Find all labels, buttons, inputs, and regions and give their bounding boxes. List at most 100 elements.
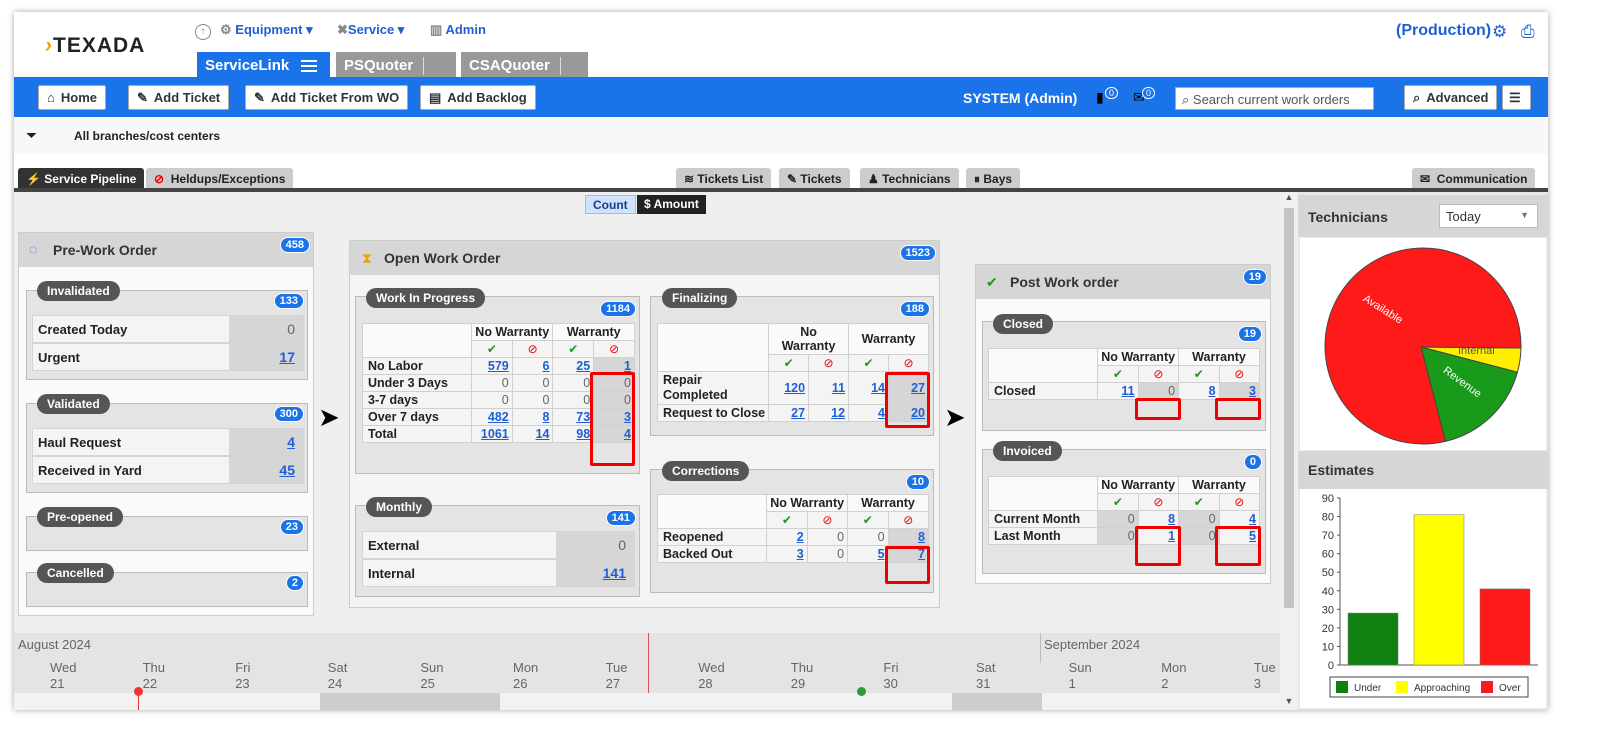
table-cell: Warranty [552, 323, 635, 341]
table-cell[interactable]: 2 [766, 528, 808, 546]
search-input[interactable]: ⌕ Search current work orders [1175, 87, 1374, 110]
table-cell[interactable]: 5 [847, 545, 889, 563]
value-link[interactable]: 4 [229, 429, 303, 455]
pre-work-order-panel: Pre-Work Order ◌ 458 133 Created Today 0 … [18, 232, 314, 616]
bar-approaching[interactable] [1413, 514, 1465, 666]
count-badge: 300 [273, 406, 304, 422]
tab-heldups[interactable]: ⊘ Heldups/Exceptions [146, 168, 294, 189]
row-label: 3-7 days [362, 391, 472, 409]
table-cell[interactable]: 3 [766, 545, 808, 563]
tab-communication[interactable]: ✉ Communication [1412, 168, 1536, 189]
scroll-down-icon[interactable]: ▼ [1283, 696, 1295, 710]
add-ticket-from-wo-button[interactable]: ✎ Add Ticket From WO [245, 85, 409, 110]
settings-gear-icon[interactable]: ⚙ [1492, 22, 1507, 42]
table-cell[interactable]: 27 [768, 404, 810, 422]
count-badge: 19 [1242, 269, 1267, 285]
table-cell[interactable]: 8 [511, 408, 554, 426]
timeline-event-dot[interactable] [134, 687, 143, 696]
estimates-header: Estimates [1298, 451, 1548, 489]
timeline-day: Mon 2 [1161, 660, 1187, 691]
tab-psquoter[interactable]: PSQuoter [336, 52, 456, 91]
timeline-day: Thu 29 [790, 660, 814, 691]
table-cell[interactable]: 11 [808, 371, 850, 405]
chevron-down-icon: ▼ [1520, 210, 1529, 220]
tab-csaquoter[interactable]: CSAQuoter [461, 52, 588, 91]
table-cell[interactable]: 8 [1137, 510, 1180, 528]
table-cell[interactable]: 579 [471, 357, 513, 375]
table-cell: 0 [552, 374, 595, 392]
nav-admin[interactable]: ▥ Admin [430, 22, 486, 38]
bar-under[interactable] [1347, 612, 1399, 666]
value-link[interactable]: 45 [229, 457, 303, 483]
table-cell[interactable]: 73 [552, 408, 595, 426]
table-row: Closed 11 0 8 3 [987, 382, 1261, 400]
table-cell[interactable]: 14 [848, 371, 889, 405]
texada-logo[interactable]: ›TEXADA [45, 34, 145, 58]
scrollbar-thumb[interactable] [1284, 208, 1294, 608]
add-backlog-button[interactable]: ▤ Add Backlog [420, 85, 536, 110]
advanced-search-button[interactable]: ⌕ Advanced [1404, 85, 1498, 110]
scroll-up-icon[interactable]: ▲ [1283, 192, 1295, 206]
nav-service[interactable]: ✖Service ▾ [337, 22, 404, 38]
table-cell[interactable]: 4 [1218, 510, 1261, 528]
y-tick-label: 70 [1322, 530, 1334, 542]
y-tick-label: 90 [1322, 493, 1334, 505]
tab-tickets-list[interactable]: ≋ Tickets List [676, 168, 772, 189]
tab-service-pipeline[interactable]: ⚡ Service Pipeline [18, 168, 145, 189]
tab-servicelink[interactable]: ServiceLink [197, 52, 330, 77]
table-cell[interactable]: 14 [511, 425, 554, 443]
tab-tickets[interactable]: ✎ Tickets [779, 168, 850, 189]
group-label: Validated [37, 394, 110, 414]
table-cell[interactable]: 1061 [471, 425, 513, 443]
timeline-day: Tue 27 [605, 660, 628, 691]
table-cell[interactable]: 11 [1097, 382, 1139, 400]
vertical-scrollbar[interactable]: ▲ ▼ [1280, 192, 1298, 710]
table-cell[interactable]: 8 [887, 528, 930, 546]
table-cell[interactable]: 6 [511, 357, 554, 375]
tab-technicians[interactable]: ♟ Technicians [860, 168, 959, 189]
menu-icon[interactable] [301, 60, 318, 73]
table-cell[interactable]: 120 [768, 371, 810, 405]
nav-equipment[interactable]: ⚙ Equipment ▾ [220, 22, 313, 38]
service-tools-icon: ✖ [337, 22, 348, 37]
current-user[interactable]: SYSTEM (Admin) [963, 90, 1077, 106]
filter-icon[interactable]: ⏷ [26, 127, 37, 144]
spinner-icon: ◌ [29, 241, 38, 257]
environment-label: (Production) [1396, 22, 1492, 39]
tab-bays[interactable]: ⏸ Bays [966, 168, 1021, 189]
table-cell[interactable]: 482 [471, 408, 513, 426]
legend-label: Approaching [1414, 683, 1470, 694]
highlight-box [1135, 398, 1181, 420]
bar-over[interactable] [1479, 588, 1531, 666]
table-cell[interactable]: 12 [808, 404, 850, 422]
prohibited-icon: ⊘ [888, 354, 929, 372]
count-toggle[interactable]: Count [585, 195, 636, 214]
check-icon: ✔ [986, 274, 998, 290]
period-select[interactable]: Today ▼ [1439, 204, 1538, 228]
y-tick-label: 10 [1322, 641, 1334, 653]
add-ticket-button[interactable]: ✎ Add Ticket [128, 85, 230, 110]
group-label: Finalizing [662, 288, 738, 308]
options-menu-button[interactable]: ☰ [1502, 85, 1531, 110]
up-icon[interactable]: ↑ [195, 22, 211, 40]
filter-label[interactable]: All branches/cost centers [74, 129, 220, 143]
messages-icon[interactable]: ✉ 0 [1133, 87, 1156, 106]
check-icon: ✔ [1178, 365, 1220, 383]
print-icon[interactable]: ⎙ [1521, 22, 1535, 42]
timeline-event-dot[interactable] [857, 687, 866, 696]
value: 0 [229, 316, 303, 342]
home-button[interactable]: ⌂ Home [38, 85, 106, 110]
table-cell[interactable]: 3 [1218, 382, 1261, 400]
table-cell[interactable]: 25 [552, 357, 595, 375]
timeline-day: Mon 26 [513, 660, 539, 691]
table-cell[interactable]: 4 [848, 404, 889, 422]
value-link[interactable]: 17 [229, 344, 303, 370]
table-cell[interactable]: 98 [552, 425, 595, 443]
notifications-icon[interactable]: ▮ 0 [1096, 87, 1119, 106]
table-cell [656, 323, 770, 372]
group-label: Invalidated [37, 281, 120, 301]
block-icon: ⊘ [154, 172, 165, 186]
table-cell[interactable]: 8 [1178, 382, 1220, 400]
timeline-day: Sun 1 [1068, 660, 1092, 691]
amount-toggle[interactable]: $ Amount [637, 195, 706, 214]
